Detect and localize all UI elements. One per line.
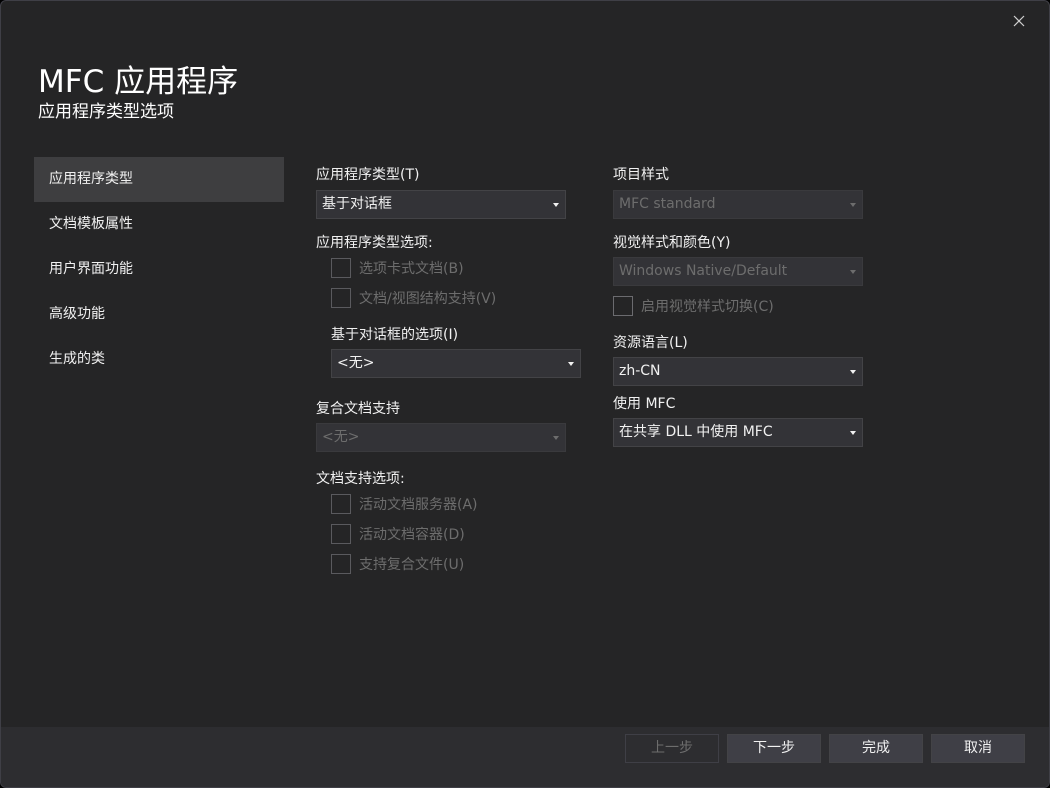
chevron-down-icon bbox=[850, 270, 856, 274]
dialog-options-select[interactable]: <无> bbox=[331, 349, 581, 378]
project-style-select: MFC standard bbox=[613, 190, 863, 219]
visual-style-switch-checkbox[interactable]: 启用视觉样式切换(C) bbox=[613, 296, 774, 316]
visual-style-value: Windows Native/Default bbox=[619, 263, 788, 279]
use-mfc-value: 在共享 DLL 中使用 MFC bbox=[619, 424, 773, 440]
doc-support-label: 文档支持选项: bbox=[316, 471, 405, 487]
app-type-select[interactable]: 基于对话框 bbox=[316, 190, 566, 219]
sidebar: 应用程序类型 文档模板属性 用户界面功能 高级功能 生成的类 bbox=[34, 157, 284, 382]
dialog-options-value: <无> bbox=[337, 355, 375, 371]
finish-button[interactable]: 完成 bbox=[829, 734, 923, 763]
chevron-down-icon bbox=[568, 362, 574, 366]
compound-doc-select: <无> bbox=[316, 423, 566, 452]
active-doc-server-checkbox[interactable]: 活动文档服务器(A) bbox=[331, 494, 478, 514]
chevron-down-icon bbox=[553, 436, 559, 440]
chevron-down-icon bbox=[850, 431, 856, 435]
sidebar-item-ui-features[interactable]: 用户界面功能 bbox=[34, 247, 284, 292]
chevron-down-icon bbox=[850, 370, 856, 374]
use-mfc-select[interactable]: 在共享 DLL 中使用 MFC bbox=[613, 418, 863, 447]
checkbox-box bbox=[331, 258, 351, 278]
page-subtitle: 应用程序类型选项 bbox=[38, 102, 174, 122]
compound-files-label: 支持复合文件(U) bbox=[359, 557, 465, 573]
close-icon[interactable] bbox=[1007, 9, 1031, 33]
visual-style-select: Windows Native/Default bbox=[613, 257, 863, 286]
doc-view-label: 文档/视图结构支持(V) bbox=[359, 291, 497, 307]
back-button[interactable]: 上一步 bbox=[625, 734, 719, 763]
compound-files-checkbox[interactable]: 支持复合文件(U) bbox=[331, 554, 464, 574]
project-style-value: MFC standard bbox=[619, 196, 716, 212]
tabbed-docs-checkbox[interactable]: 选项卡式文档(B) bbox=[331, 258, 464, 278]
visual-style-switch-label: 启用视觉样式切换(C) bbox=[641, 299, 774, 315]
next-button[interactable]: 下一步 bbox=[727, 734, 821, 763]
page-title: MFC 应用程序 bbox=[38, 64, 239, 100]
sidebar-item-advanced[interactable]: 高级功能 bbox=[34, 292, 284, 337]
sidebar-item-doc-template[interactable]: 文档模板属性 bbox=[34, 202, 284, 247]
checkbox-box bbox=[331, 494, 351, 514]
project-style-label: 项目样式 bbox=[613, 167, 669, 183]
active-doc-container-label: 活动文档容器(D) bbox=[359, 527, 465, 543]
checkbox-box bbox=[613, 296, 633, 316]
wizard-window: MFC 应用程序 应用程序类型选项 应用程序类型 文档模板属性 用户界面功能 高… bbox=[0, 0, 1050, 788]
active-doc-server-label: 活动文档服务器(A) bbox=[359, 497, 478, 513]
compound-doc-value: <无> bbox=[322, 429, 360, 445]
checkbox-box bbox=[331, 288, 351, 308]
active-doc-container-checkbox[interactable]: 活动文档容器(D) bbox=[331, 524, 465, 544]
chevron-down-icon bbox=[553, 203, 559, 207]
chevron-down-icon bbox=[850, 203, 856, 207]
app-type-value: 基于对话框 bbox=[322, 196, 392, 212]
checkbox-box bbox=[331, 524, 351, 544]
app-type-options-label: 应用程序类型选项: bbox=[316, 235, 433, 251]
resource-lang-label: 资源语言(L) bbox=[613, 335, 688, 351]
compound-doc-label: 复合文档支持 bbox=[316, 401, 400, 417]
resource-lang-value: zh-CN bbox=[619, 363, 661, 379]
sidebar-item-generated-classes[interactable]: 生成的类 bbox=[34, 337, 284, 382]
app-type-label: 应用程序类型(T) bbox=[316, 167, 420, 183]
resource-lang-select[interactable]: zh-CN bbox=[613, 357, 863, 386]
use-mfc-label: 使用 MFC bbox=[613, 396, 676, 412]
sidebar-item-app-type[interactable]: 应用程序类型 bbox=[34, 157, 284, 202]
tabbed-docs-label: 选项卡式文档(B) bbox=[359, 261, 464, 277]
doc-view-checkbox[interactable]: 文档/视图结构支持(V) bbox=[331, 288, 496, 308]
visual-style-label: 视觉样式和颜色(Y) bbox=[613, 235, 731, 251]
cancel-button[interactable]: 取消 bbox=[931, 734, 1025, 763]
checkbox-box bbox=[331, 554, 351, 574]
dialog-options-label: 基于对话框的选项(I) bbox=[331, 327, 459, 343]
